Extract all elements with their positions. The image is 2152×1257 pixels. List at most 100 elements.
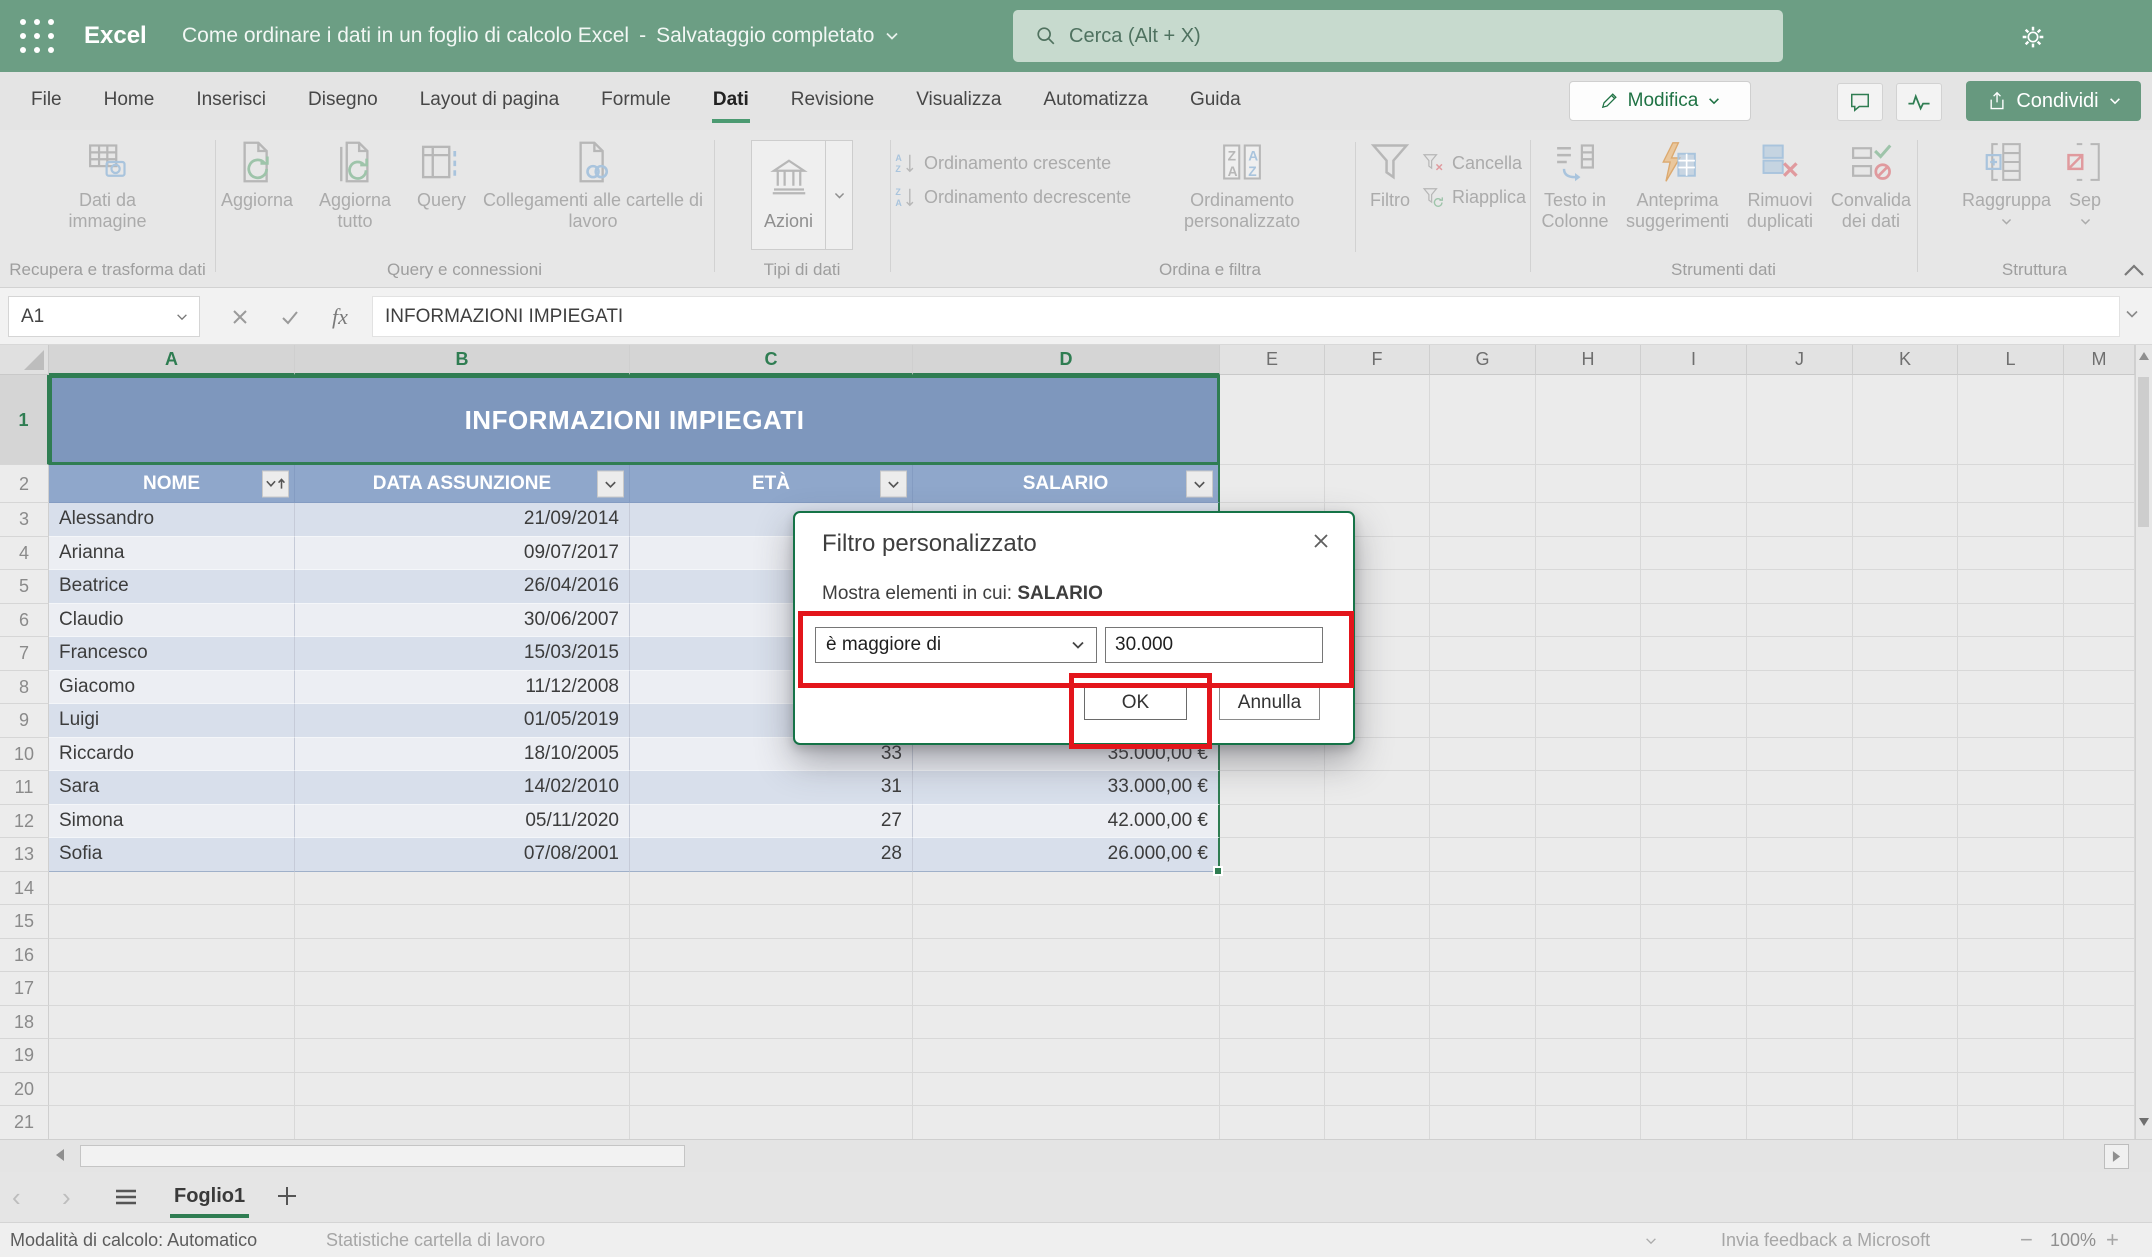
cell-J6[interactable] — [1747, 604, 1853, 638]
cell-J17[interactable] — [1747, 972, 1853, 1006]
cell-H14[interactable] — [1536, 872, 1641, 906]
row-header-4[interactable]: 4 — [0, 537, 49, 571]
ribbon-button-sep[interactable]: Sep — [2057, 136, 2113, 237]
cell-D21[interactable] — [913, 1106, 1220, 1139]
cell-J10[interactable] — [1747, 738, 1853, 772]
cell-L10[interactable] — [1958, 738, 2064, 772]
cell-A10[interactable]: Riccardo — [49, 738, 295, 772]
tab-inserisci[interactable]: Inserisci — [175, 72, 287, 130]
cell-L17[interactable] — [1958, 972, 2064, 1006]
ribbon-button-filtro[interactable]: Filtro — [1362, 136, 1418, 215]
cell-J15[interactable] — [1747, 905, 1853, 939]
cell-K13[interactable] — [1853, 838, 1958, 872]
dialog-close-button[interactable] — [1307, 527, 1335, 555]
table-header-cell-nome[interactable]: NOME — [49, 465, 295, 503]
row-header-19[interactable]: 19 — [0, 1039, 49, 1073]
cell-M2[interactable] — [2064, 465, 2135, 503]
cell-M9[interactable] — [2064, 704, 2135, 738]
ribbon-button-ordinamento-decrescente[interactable]: ZAOrdinamento decrescente — [890, 180, 1135, 214]
cell-A11[interactable]: Sara — [49, 771, 295, 805]
cell-D11[interactable]: 33.000,00 € — [913, 771, 1220, 805]
cell-K8[interactable] — [1853, 671, 1958, 705]
cell-G13[interactable] — [1430, 838, 1536, 872]
cell-H20[interactable] — [1536, 1073, 1641, 1107]
cell-B19[interactable] — [295, 1039, 630, 1073]
tab-visualizza[interactable]: Visualizza — [895, 72, 1022, 130]
cell-B9[interactable]: 01/05/2019 — [295, 704, 630, 738]
horizontal-scrollbar-thumb[interactable] — [80, 1145, 685, 1167]
cell-L7[interactable] — [1958, 637, 2064, 671]
cell-G20[interactable] — [1430, 1073, 1536, 1107]
expand-formula-bar-icon[interactable] — [2124, 306, 2140, 322]
vertical-scrollbar[interactable] — [2135, 345, 2152, 1139]
row-header-17[interactable]: 17 — [0, 972, 49, 1006]
cancel-entry-button[interactable] — [218, 296, 262, 337]
cell-D19[interactable] — [913, 1039, 1220, 1073]
column-header-F[interactable]: F — [1325, 345, 1430, 375]
row-header-16[interactable]: 16 — [0, 939, 49, 973]
share-button[interactable]: Condividi — [1966, 81, 2141, 121]
cell-D17[interactable] — [913, 972, 1220, 1006]
filter-condition-select[interactable]: è maggiore di — [815, 627, 1097, 663]
cell-G12[interactable] — [1430, 805, 1536, 839]
cell-F16[interactable] — [1325, 939, 1430, 973]
cell-E11[interactable] — [1220, 771, 1325, 805]
cell-A8[interactable]: Giacomo — [49, 671, 295, 705]
cell-H19[interactable] — [1536, 1039, 1641, 1073]
cell-F1[interactable] — [1325, 375, 1430, 465]
filter-value-input[interactable] — [1105, 627, 1323, 663]
cell-J16[interactable] — [1747, 939, 1853, 973]
cell-A9[interactable]: Luigi — [49, 704, 295, 738]
cell-J13[interactable] — [1747, 838, 1853, 872]
zoom-out-button[interactable]: − — [2020, 1223, 2033, 1257]
cell-M6[interactable] — [2064, 604, 2135, 638]
cell-M10[interactable] — [2064, 738, 2135, 772]
cell-F19[interactable] — [1325, 1039, 1430, 1073]
cell-A14[interactable] — [49, 872, 295, 906]
column-header-G[interactable]: G — [1430, 345, 1536, 375]
column-header-C[interactable]: C — [630, 345, 913, 375]
cell-I17[interactable] — [1641, 972, 1747, 1006]
cell-K6[interactable] — [1853, 604, 1958, 638]
row-header-14[interactable]: 14 — [0, 872, 49, 906]
cell-H7[interactable] — [1536, 637, 1641, 671]
column-header-B[interactable]: B — [295, 345, 630, 375]
tab-file[interactable]: File — [10, 72, 83, 130]
cell-E18[interactable] — [1220, 1006, 1325, 1040]
row-header-18[interactable]: 18 — [0, 1006, 49, 1040]
cell-B15[interactable] — [295, 905, 630, 939]
column-header-M[interactable]: M — [2064, 345, 2135, 375]
cell-J4[interactable] — [1747, 537, 1853, 571]
ribbon-button-anteprima-suggerimenti[interactable]: Anteprima suggerimenti — [1620, 136, 1735, 236]
cell-L6[interactable] — [1958, 604, 2064, 638]
add-sheet-button[interactable] — [272, 1181, 302, 1216]
cell-M4[interactable] — [2064, 537, 2135, 571]
cell-F13[interactable] — [1325, 838, 1430, 872]
cell-E14[interactable] — [1220, 872, 1325, 906]
cell-F2[interactable] — [1325, 465, 1430, 503]
cell-B10[interactable]: 18/10/2005 — [295, 738, 630, 772]
ribbon-button-dati-da-immagine[interactable]: Dati da immagine — [42, 136, 174, 236]
cell-F18[interactable] — [1325, 1006, 1430, 1040]
row-header-5[interactable]: 5 — [0, 570, 49, 604]
cell-C12[interactable]: 27 — [630, 805, 913, 839]
cell-K17[interactable] — [1853, 972, 1958, 1006]
cell-H18[interactable] — [1536, 1006, 1641, 1040]
scroll-left-icon[interactable] — [55, 1148, 65, 1162]
cell-I12[interactable] — [1641, 805, 1747, 839]
row-header-6[interactable]: 6 — [0, 604, 49, 638]
cell-A20[interactable] — [49, 1073, 295, 1107]
cell-L13[interactable] — [1958, 838, 2064, 872]
cell-H21[interactable] — [1536, 1106, 1641, 1139]
cell-H9[interactable] — [1536, 704, 1641, 738]
sheet-list-menu-icon[interactable] — [112, 1183, 140, 1216]
cell-A5[interactable]: Beatrice — [49, 570, 295, 604]
cell-J2[interactable] — [1747, 465, 1853, 503]
mode-switcher-button[interactable]: Modifica — [1569, 81, 1751, 121]
formula-input[interactable]: INFORMAZIONI IMPIEGATI — [372, 296, 2120, 337]
cell-F11[interactable] — [1325, 771, 1430, 805]
cell-E16[interactable] — [1220, 939, 1325, 973]
cell-G4[interactable] — [1430, 537, 1536, 571]
app-launcher-waffle-icon[interactable] — [16, 15, 58, 57]
cell-J1[interactable] — [1747, 375, 1853, 465]
